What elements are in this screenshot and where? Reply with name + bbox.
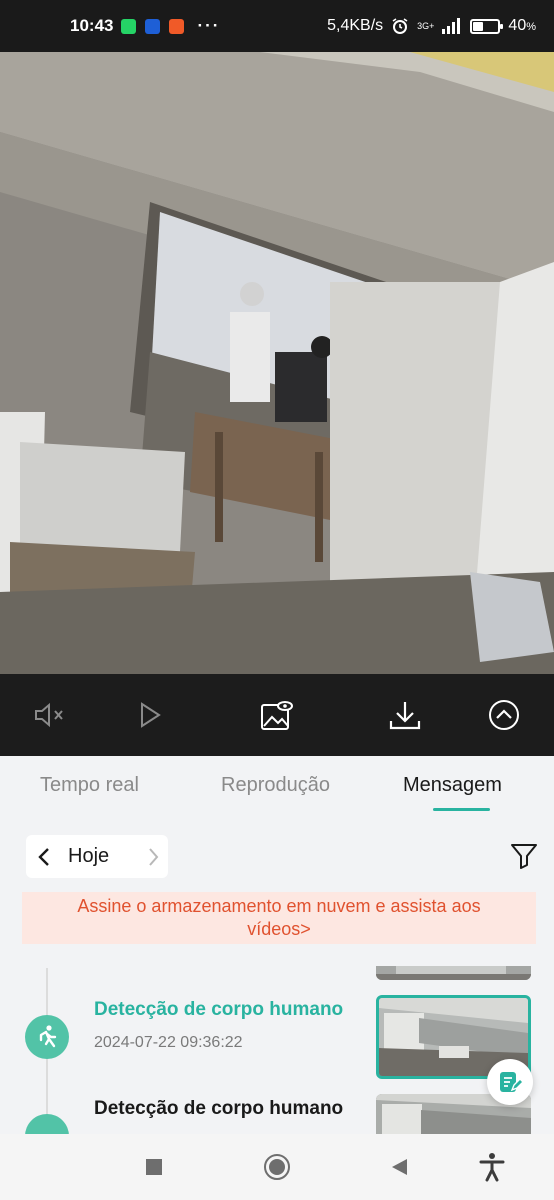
tab-tempo-real[interactable]: Tempo real [40,774,139,797]
event-title[interactable]: Detecção de corpo humano [94,1098,343,1120]
recent-apps-icon[interactable] [139,1152,169,1182]
battery-percent: 40% [508,17,536,34]
chevron-up-circle-icon[interactable] [485,696,523,734]
home-icon[interactable] [262,1152,292,1182]
banner-line-2: vídeos> [247,919,311,939]
network-speed: 5,4KB/s [327,17,384,34]
more-notifications-icon: ··· [197,16,221,35]
filter-icon[interactable] [509,841,539,871]
cloud-storage-banner[interactable]: Assine o armazenamento em nuvem e assist… [22,892,536,944]
tab-mensagem[interactable]: Mensagem [403,774,502,797]
camera-feed-scene [0,52,554,674]
notification-app-icon [169,18,185,34]
active-tab-indicator [433,808,490,811]
player-control-bar [0,674,554,756]
back-icon[interactable] [384,1152,414,1182]
status-bar: 10:43 ··· 5,4KB/s 3G+ 40% [0,0,554,52]
notes-edit-button[interactable] [487,1059,533,1105]
tab-reproducao[interactable]: Reprodução [221,774,330,797]
system-nav-bar [0,1134,554,1200]
camera-feed-image[interactable] [0,52,554,674]
battery-icon [470,18,504,34]
chevron-left-icon[interactable] [26,835,62,878]
date-label: Hoje [68,845,110,867]
image-snapshot-icon[interactable] [258,696,296,734]
phone-app-icon [145,18,161,34]
tab-bar: Tempo real Reprodução Mensagem [0,756,554,816]
event-time: 2024-07-22 09:36:22 [94,1034,243,1051]
download-icon[interactable] [386,696,424,734]
alarm-icon [392,18,408,34]
whatsapp-icon [121,18,137,34]
signal-icon [442,18,461,34]
event-thumbnail[interactable] [376,966,531,980]
network-type: 3G+ [417,20,435,31]
status-time: 10:43 [70,16,114,35]
edit-note-icon [500,1072,523,1092]
event-title[interactable]: Detecção de corpo humano [94,999,343,1021]
accessibility-icon[interactable] [477,1152,507,1182]
human-detection-icon [25,1015,69,1059]
speaker-muted-icon[interactable] [31,696,69,734]
banner-line-1: Assine o armazenamento em nuvem e assist… [77,896,481,916]
date-selector: Hoje [26,835,168,878]
chevron-right-icon[interactable] [138,835,168,878]
play-icon[interactable] [131,696,169,734]
